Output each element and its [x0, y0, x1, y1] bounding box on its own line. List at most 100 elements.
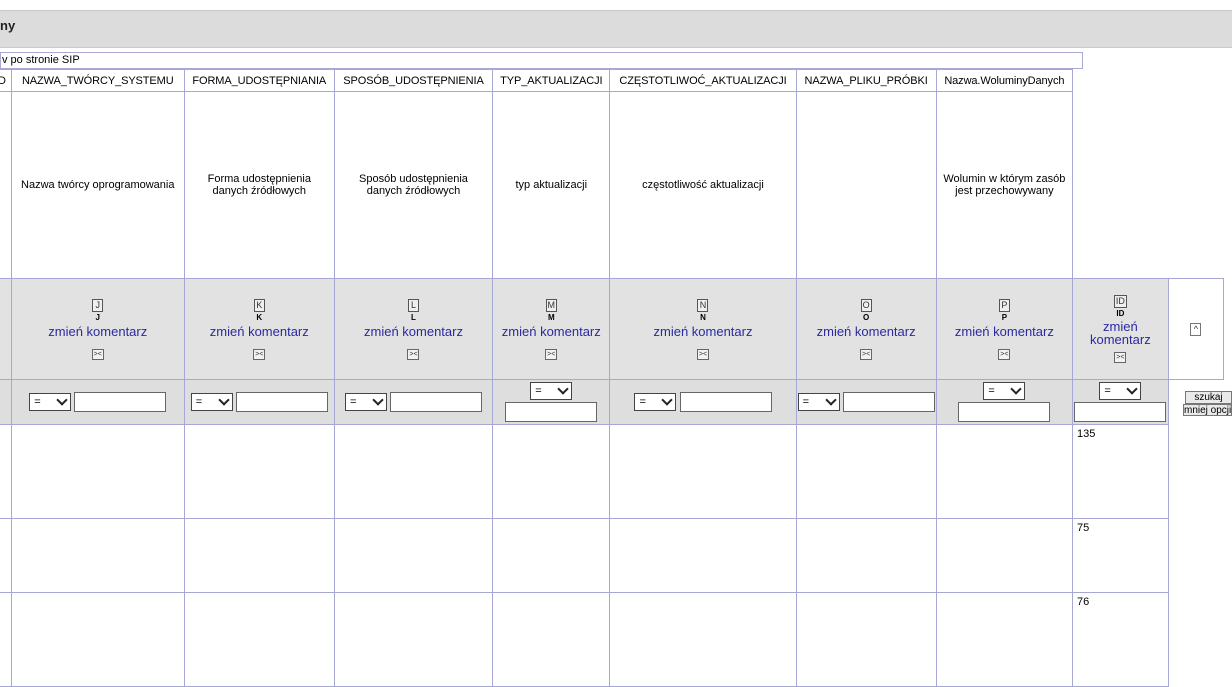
- filter-input[interactable]: [390, 392, 483, 412]
- swap-icon[interactable]: ><: [545, 348, 558, 360]
- operator-value: =: [195, 396, 203, 408]
- column-header-nazwa-tworcy: NAZWA_TWÓRCY_SYSTEMU: [10, 69, 185, 92]
- filter-cell: =: [492, 379, 611, 425]
- column-letter-key[interactable]: ID: [1113, 295, 1127, 308]
- column-description: Forma udostępnienia danych źródłowych: [183, 91, 335, 279]
- filter-input[interactable]: [235, 392, 328, 412]
- search-button[interactable]: szukaj: [1185, 391, 1232, 404]
- column-letter-key[interactable]: L: [407, 298, 419, 312]
- operator-select[interactable]: =: [190, 393, 233, 411]
- blank-cell: [1168, 91, 1224, 279]
- change-comment-link[interactable]: zmień komentarz: [797, 324, 935, 339]
- column-letter-label: ID: [1116, 309, 1125, 318]
- swap-icon[interactable]: ><: [696, 348, 709, 360]
- column-letter-key[interactable]: N: [697, 298, 709, 312]
- table-cell: [333, 518, 494, 593]
- chevron-down-icon: [1126, 383, 1139, 395]
- row-id: 76: [1077, 596, 1090, 608]
- table-cell: [795, 518, 937, 593]
- change-comment-link[interactable]: zmień komentarz: [185, 324, 333, 339]
- table-cell: [183, 592, 335, 687]
- operator-select[interactable]: =: [29, 393, 72, 411]
- column-header-czestotliwosc: CZĘSTOTLIWOĆ_AKTUALIZACJI: [609, 69, 797, 92]
- column-controls: O O zmień komentarz ><: [795, 278, 937, 380]
- change-comment-link[interactable]: zmień komentarz: [611, 324, 795, 339]
- swap-icon[interactable]: ><: [1114, 352, 1127, 363]
- change-comment-link[interactable]: zmień komentarz: [494, 324, 609, 339]
- swap-icon[interactable]: ><: [91, 348, 104, 360]
- filter-cell: =: [795, 379, 937, 425]
- table-cell: [10, 592, 185, 687]
- less-options-button[interactable]: mniej opcji: [1183, 404, 1232, 416]
- sort-icon[interactable]: ^: [1190, 322, 1202, 336]
- column-letter-label: L: [411, 312, 416, 322]
- operator-select[interactable]: =: [530, 382, 573, 400]
- table-cell: [10, 518, 185, 593]
- column-controls: [0, 278, 12, 380]
- operator-select[interactable]: =: [344, 393, 387, 411]
- filter-input[interactable]: [679, 392, 772, 412]
- operator-select[interactable]: =: [983, 382, 1026, 400]
- operator-value: =: [639, 396, 646, 408]
- blank-cell: [1167, 592, 1224, 687]
- column-letter-label: N: [700, 312, 706, 322]
- chevron-down-icon: [824, 394, 837, 406]
- column-letter-key[interactable]: K: [253, 298, 265, 312]
- table-cell: [795, 592, 937, 687]
- column-letter-key[interactable]: O: [860, 298, 872, 312]
- change-comment-link[interactable]: zmień komentarz: [1074, 320, 1168, 346]
- swap-icon[interactable]: ><: [998, 348, 1011, 360]
- filter-cell: =: [10, 379, 185, 425]
- blank-cell: [1168, 69, 1224, 92]
- column-controls: ID ID zmień komentarz ><: [1072, 278, 1169, 380]
- filter-input[interactable]: [958, 402, 1051, 422]
- swap-icon[interactable]: ><: [253, 348, 266, 360]
- column-description: Wolumin w którym zasób jest przechowywan…: [935, 91, 1074, 279]
- blank-cell: [1072, 69, 1169, 92]
- blank-cell: [1072, 91, 1169, 279]
- data-grid: D NAZWA_TWÓRCY_SYSTEMU FORMA_UDOSTĘPNIAN…: [0, 69, 1225, 687]
- column-letter-label: M: [547, 312, 555, 322]
- column-header-typ: TYP_AKTUALIZACJI: [492, 69, 611, 92]
- table-cell: [0, 424, 12, 519]
- chevron-down-icon: [372, 394, 384, 406]
- operator-select[interactable]: =: [1099, 382, 1142, 400]
- row-id: 135: [1077, 428, 1096, 440]
- column-letter-key[interactable]: J: [92, 298, 104, 312]
- description-text: Forma udostępnienia danych źródłowych: [207, 173, 311, 197]
- table-cell: [609, 518, 797, 593]
- id-cell: 135: [1072, 424, 1169, 519]
- table-caption: v po stronie SIP: [0, 52, 1083, 69]
- table-cell: [492, 592, 611, 687]
- change-comment-link[interactable]: zmień komentarz: [335, 324, 491, 339]
- id-cell: 75: [1072, 518, 1169, 593]
- table-cell: [333, 592, 494, 687]
- blank-cell: [1167, 424, 1224, 519]
- filter-input[interactable]: [1074, 402, 1167, 422]
- table-cell: [492, 518, 611, 593]
- table-cell: [492, 424, 611, 519]
- column-letter-key[interactable]: P: [998, 298, 1010, 312]
- table-cell: [183, 518, 335, 593]
- table-cell: [609, 592, 797, 687]
- operator-value: =: [802, 396, 809, 408]
- column-header: D: [0, 69, 12, 92]
- change-comment-link[interactable]: zmień komentarz: [937, 324, 1071, 339]
- column-controls: J J zmień komentarz ><: [10, 278, 185, 380]
- column-header-woluminy: Nazwa.WoluminyDanych: [935, 69, 1074, 92]
- column-letter-key[interactable]: M: [545, 298, 557, 312]
- operator-select[interactable]: =: [797, 393, 840, 411]
- column-description: Nazwa twórcy oprogramowania: [10, 91, 185, 279]
- filter-input[interactable]: [842, 392, 935, 412]
- description-text: Wolumin w którym zasób jest przechowywan…: [943, 173, 1066, 197]
- swap-icon[interactable]: ><: [407, 348, 420, 360]
- filter-input[interactable]: [74, 392, 167, 412]
- table-cell: [10, 424, 185, 519]
- page-header: ny: [0, 10, 1232, 48]
- column-description: typ aktualizacji: [492, 91, 611, 279]
- swap-icon[interactable]: ><: [860, 348, 873, 360]
- change-comment-link[interactable]: zmień komentarz: [12, 324, 183, 339]
- filter-input[interactable]: [505, 402, 598, 422]
- id-cell: 76: [1072, 592, 1169, 687]
- operator-select[interactable]: =: [634, 393, 677, 411]
